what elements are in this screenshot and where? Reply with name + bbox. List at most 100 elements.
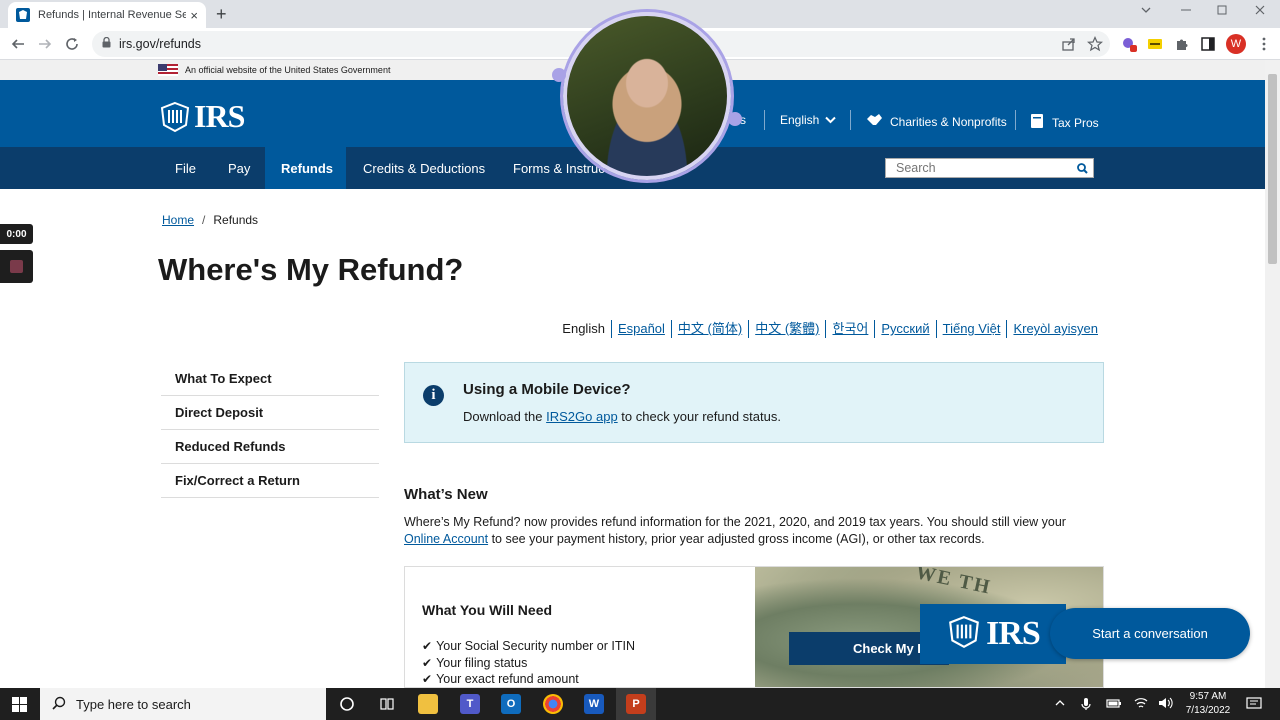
bookmark-star-icon[interactable] xyxy=(1086,36,1104,52)
sidenav-what-to-expect[interactable]: What To Expect xyxy=(161,362,379,396)
new-tab-button[interactable]: + xyxy=(216,4,227,25)
breadcrumb-home[interactable]: Home xyxy=(162,213,194,227)
lang-vietnamese[interactable]: Tiếng Việt xyxy=(935,320,1007,338)
nav-pay[interactable]: Pay xyxy=(212,147,266,189)
sidenav-reduced-refunds[interactable]: Reduced Refunds xyxy=(161,430,379,464)
battery-icon[interactable] xyxy=(1106,697,1122,712)
start-conversation-button[interactable]: Start a conversation xyxy=(1050,608,1250,659)
extensions-puzzle-icon[interactable] xyxy=(1174,36,1190,52)
charities-label: Charities & Nonprofits xyxy=(890,114,1007,129)
back-arrow-icon[interactable] xyxy=(10,36,26,52)
irs-logo[interactable]: IRS xyxy=(158,98,245,135)
browser-menu-icon[interactable] xyxy=(1256,36,1272,52)
windows-start-icon[interactable] xyxy=(12,697,27,712)
whats-new-text-before: Where’s My Refund? now provides refund i… xyxy=(404,515,1066,529)
breadcrumb-current: Refunds xyxy=(213,213,259,227)
sidenav-direct-deposit[interactable]: Direct Deposit xyxy=(161,396,379,430)
language-bar: English Español 中文 (简体) 中文 (繁體) 한국어 Русс… xyxy=(556,320,1104,338)
volume-icon[interactable] xyxy=(1158,697,1174,712)
teams-icon[interactable]: T xyxy=(460,694,480,714)
breadcrumb-separator: / xyxy=(202,213,206,227)
scrollbar-thumb[interactable] xyxy=(1268,74,1277,264)
share-icon[interactable] xyxy=(1061,36,1077,52)
taskbar-search-placeholder: Type here to search xyxy=(76,696,191,712)
lang-chinese-simplified[interactable]: 中文 (简体) xyxy=(670,320,748,338)
maximize-icon[interactable] xyxy=(1216,4,1228,19)
tax-pros-link[interactable]: Tax Pros xyxy=(1030,113,1099,132)
charities-link[interactable]: Charities & Nonprofits xyxy=(866,113,1007,130)
recording-timer: 0:00 xyxy=(0,224,33,244)
chrome-icon[interactable] xyxy=(543,694,563,714)
site-search xyxy=(885,158,1094,178)
side-panel-icon[interactable] xyxy=(1200,36,1216,52)
whats-new-heading: What’s New xyxy=(404,486,488,503)
stop-recording-button[interactable] xyxy=(0,250,33,283)
lang-korean[interactable]: 한국어 xyxy=(825,320,874,338)
lang-russian[interactable]: Русский xyxy=(874,320,935,338)
page-scrollbar[interactable] xyxy=(1265,60,1280,688)
bill-text: WE TH xyxy=(913,566,994,599)
taskbar-search[interactable]: Type here to search xyxy=(40,688,326,720)
search-icon[interactable] xyxy=(1071,162,1093,174)
gov-banner-text: An official website of the United States… xyxy=(185,65,391,75)
microphone-icon[interactable] xyxy=(1080,697,1092,714)
nav-refunds[interactable]: Refunds xyxy=(265,147,346,189)
wifi-icon[interactable] xyxy=(1134,697,1148,712)
search-input[interactable] xyxy=(886,161,1071,175)
language-selector[interactable]: English xyxy=(780,113,837,127)
webcam-bubble[interactable] xyxy=(563,12,731,180)
cortana-icon[interactable] xyxy=(337,694,357,714)
windows-taskbar: Type here to search T O W P 9:57 AM 7/13… xyxy=(0,688,1280,720)
forward-arrow-icon[interactable] xyxy=(37,36,53,52)
extension-yellow-icon[interactable] xyxy=(1147,36,1163,52)
mobile-device-alert: i Using a Mobile Device? Download the IR… xyxy=(404,362,1104,443)
nav-credits-deductions[interactable]: Credits & Deductions xyxy=(347,147,501,189)
irs-favicon-icon xyxy=(16,8,30,22)
check-icon: ✔ xyxy=(422,655,433,670)
close-window-icon[interactable] xyxy=(1254,4,1266,19)
sidenav-fix-correct-return[interactable]: Fix/Correct a Return xyxy=(161,464,379,498)
tray-chevron-icon[interactable] xyxy=(1054,697,1066,712)
nav-file[interactable]: File xyxy=(159,147,212,189)
list-item-label: Your exact refund amount xyxy=(436,672,579,687)
whats-new-text-after: to see your payment history, prior year … xyxy=(488,532,985,546)
tab-close-icon[interactable]: × xyxy=(190,8,198,23)
what-you-need-heading: What You Will Need xyxy=(422,602,553,618)
notifications-icon[interactable] xyxy=(1246,697,1262,714)
webcam-handle[interactable] xyxy=(552,68,566,82)
profile-avatar[interactable]: W xyxy=(1226,34,1246,54)
minimize-icon[interactable] xyxy=(1180,4,1192,19)
lang-chinese-traditional[interactable]: 中文 (繁體) xyxy=(748,320,825,338)
mobile-text-before: Download the xyxy=(463,409,547,424)
clock-date: 7/13/2022 xyxy=(1185,705,1231,716)
outlook-icon[interactable]: O xyxy=(501,694,521,714)
whats-new-text: Where’s My Refund? now provides refund i… xyxy=(404,514,1104,548)
side-nav: What To Expect Direct Deposit Reduced Re… xyxy=(161,362,379,498)
irs2go-link[interactable]: IRS2Go app xyxy=(546,409,618,424)
search-icon xyxy=(52,696,66,713)
lock-icon xyxy=(102,36,111,51)
us-flag-icon xyxy=(158,64,178,76)
chat-logo-text: IRS xyxy=(986,615,1041,652)
taskbar-clock[interactable]: 9:57 AM 7/13/2022 xyxy=(1180,690,1236,718)
tab-search-icon[interactable] xyxy=(1140,4,1152,19)
reload-icon[interactable] xyxy=(64,36,80,52)
mobile-alert-title: Using a Mobile Device? xyxy=(463,381,631,398)
online-account-link[interactable]: Online Account xyxy=(404,532,488,546)
powerpoint-icon[interactable]: P xyxy=(626,694,646,714)
clock-time: 9:57 AM xyxy=(1189,691,1227,702)
list-item-label: Your Social Security number or ITIN xyxy=(436,639,635,654)
info-icon: i xyxy=(423,385,444,406)
webcam-handle[interactable] xyxy=(728,112,742,126)
lang-espanol[interactable]: Español xyxy=(610,320,671,338)
browser-tab[interactable]: Refunds | Internal Revenue Servi × xyxy=(8,2,206,28)
file-explorer-icon[interactable] xyxy=(418,694,438,714)
task-view-icon[interactable] xyxy=(377,694,397,714)
language-selector-label: English xyxy=(780,113,820,127)
lang-creole[interactable]: Kreyòl ayisyen xyxy=(1006,320,1104,338)
extension-purple-icon[interactable] xyxy=(1121,36,1137,52)
handshake-icon xyxy=(866,113,883,130)
check-icon: ✔ xyxy=(422,639,433,654)
word-icon[interactable]: W xyxy=(584,694,604,714)
util-divider xyxy=(764,110,765,130)
